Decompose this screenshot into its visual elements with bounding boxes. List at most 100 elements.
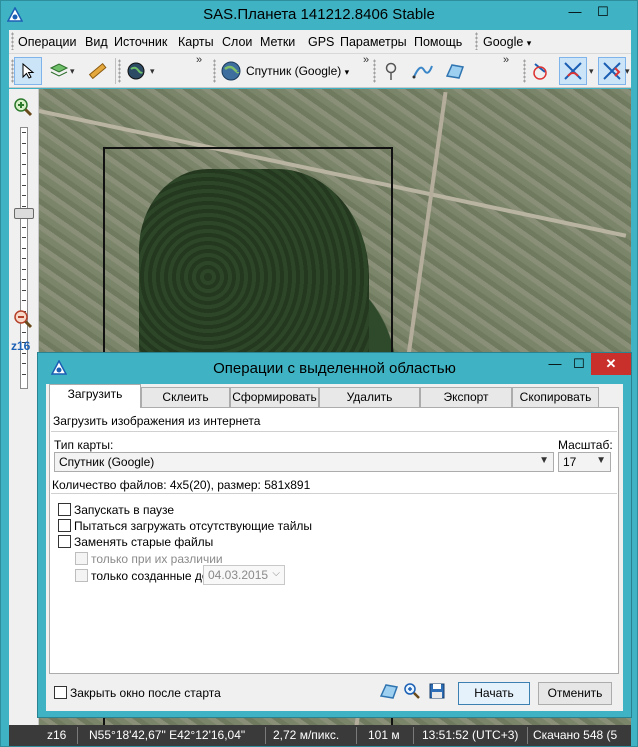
- ruler-button[interactable]: [83, 57, 111, 85]
- add-area-button[interactable]: [441, 57, 469, 85]
- only-if-different-label: только при их различии: [91, 552, 223, 566]
- chevron-down-icon[interactable]: ▾: [589, 66, 594, 77]
- created-before-date-picker[interactable]: 04.03.2015 ⌵: [203, 565, 285, 585]
- start-button[interactable]: Начать: [458, 682, 530, 705]
- chevron-down-icon[interactable]: ▾: [70, 66, 75, 77]
- cursor-icon: [19, 62, 37, 80]
- zoom-out-icon: [13, 309, 33, 329]
- minimize-button[interactable]: —: [561, 1, 589, 22]
- status-divider: [77, 727, 78, 744]
- chevron-down-icon[interactable]: ▾: [625, 66, 630, 77]
- zoom-tick: [22, 268, 26, 270]
- add-mark-button[interactable]: [377, 57, 405, 85]
- dialog-close-button[interactable]: ✕: [591, 353, 631, 375]
- start-paused-checkbox[interactable]: [58, 503, 71, 516]
- toolbar-grip[interactable]: [523, 59, 526, 83]
- toolbar-overflow-icon[interactable]: »: [196, 54, 202, 66]
- scale-value: 17: [563, 455, 577, 469]
- gps-connect-button[interactable]: [528, 57, 556, 85]
- gps-center-icon: [601, 60, 623, 82]
- add-route-button[interactable]: [409, 57, 437, 85]
- globe-button[interactable]: [122, 57, 150, 85]
- toolbar-grip[interactable]: [213, 59, 216, 83]
- menu-bar: Операции Вид Источник Карты Слои Метки G…: [9, 30, 631, 54]
- menu-parameters[interactable]: Параметры: [340, 35, 407, 49]
- dialog-title-bar[interactable]: Операции с выделенной областью — ☐ ✕: [38, 353, 631, 383]
- tab-generate[interactable]: Сформировать: [230, 387, 319, 407]
- scale-select[interactable]: 17 ▼: [558, 452, 611, 472]
- title-bar: SAS.Планета 141212.8406 Stable — ☐: [1, 1, 637, 29]
- zoom-tick: [22, 289, 26, 291]
- map-type-label: Тип карты:: [54, 438, 114, 452]
- map-source-dropdown[interactable]: Спутник (Google) ▾: [246, 64, 349, 78]
- search-grip[interactable]: [475, 32, 478, 50]
- window-title: SAS.Планета 141212.8406 Stable: [203, 6, 435, 23]
- zoom-level-label: z16: [11, 339, 31, 353]
- select-cursor-button[interactable]: [14, 57, 42, 85]
- tab-copy[interactable]: Скопировать: [512, 387, 599, 407]
- menu-marks[interactable]: Метки: [260, 35, 295, 49]
- status-coordinates: N55°18'42,67" E42°12'16,04": [89, 728, 246, 742]
- cancel-button[interactable]: Отменить: [538, 682, 612, 705]
- files-info: Количество файлов: 4x5(20), размер: 581x…: [52, 478, 311, 492]
- satellite-globe-icon: [220, 60, 242, 82]
- toolbar-grip[interactable]: [118, 59, 121, 83]
- maximize-button[interactable]: ☐: [589, 1, 617, 22]
- toolbar-overflow-icon[interactable]: »: [363, 54, 369, 66]
- download-tab-panel: Загрузить изображения из интернета Тип к…: [49, 407, 619, 674]
- status-divider: [265, 727, 266, 744]
- gps-icon: [531, 60, 553, 82]
- tab-stitch[interactable]: Склеить: [141, 387, 230, 407]
- map-layer-button[interactable]: [45, 57, 73, 85]
- search-provider-dropdown[interactable]: Google ▾: [483, 35, 531, 49]
- menu-view[interactable]: Вид: [85, 35, 108, 49]
- close-after-start-label[interactable]: Закрыть окно после старта: [70, 686, 221, 700]
- tab-download[interactable]: Загрузить: [49, 384, 141, 408]
- replace-old-files-label[interactable]: Заменять старые файлы: [74, 535, 213, 549]
- save-selection-button[interactable]: [428, 682, 446, 700]
- toolbar-grip[interactable]: [373, 59, 376, 83]
- only-if-different-checkbox[interactable]: [75, 552, 88, 565]
- replace-old-files-checkbox[interactable]: [58, 535, 71, 548]
- zoom-in-button[interactable]: [13, 97, 33, 117]
- zoom-tick: [22, 205, 26, 207]
- dialog-body: Загрузить Склеить Сформировать Удалить Э…: [46, 384, 623, 711]
- zoom-tick: [22, 184, 26, 186]
- load-missing-tiles-checkbox[interactable]: [58, 519, 71, 532]
- gps-track-button[interactable]: [559, 57, 587, 85]
- zoom-out-button[interactable]: [13, 309, 33, 329]
- zoom-tick: [22, 363, 26, 364]
- zoom-tick: [22, 174, 26, 175]
- zoom-tick: [22, 279, 26, 280]
- gps-center-button[interactable]: [598, 57, 626, 85]
- globe-icon: [126, 61, 146, 81]
- map-type-select[interactable]: Спутник (Google) ▼: [54, 452, 554, 472]
- tab-export[interactable]: Экспорт: [420, 387, 512, 407]
- menu-source[interactable]: Источник: [114, 35, 167, 49]
- map-type-value: Спутник (Google): [59, 455, 155, 469]
- status-zoom: z16: [47, 728, 67, 742]
- dialog-minimize-button[interactable]: —: [544, 353, 566, 375]
- chevron-down-icon: ⌵: [272, 568, 280, 579]
- toolbar-overflow-icon[interactable]: »: [503, 54, 509, 66]
- satellite-source-button[interactable]: [217, 57, 245, 85]
- zoom-to-selection-button[interactable]: [403, 682, 421, 700]
- only-created-before-checkbox[interactable]: [75, 569, 88, 582]
- start-paused-label[interactable]: Запускать в паузе: [74, 503, 174, 517]
- zoom-tick: [22, 153, 26, 154]
- zoom-slider-thumb[interactable]: [14, 208, 34, 220]
- menu-layers[interactable]: Слои: [222, 35, 252, 49]
- toolbar: ▾ ▾ » Спутник (Google) ▾ » » ▾ ▾: [9, 54, 631, 88]
- close-after-start-checkbox[interactable]: [54, 686, 67, 699]
- menu-maps[interactable]: Карты: [178, 35, 214, 49]
- only-created-before-label: только созданные до: [91, 569, 209, 583]
- menu-grip[interactable]: [11, 32, 14, 50]
- selection-on-map-button[interactable]: [379, 682, 399, 700]
- chevron-down-icon[interactable]: ▾: [150, 66, 155, 77]
- dialog-maximize-button[interactable]: ☐: [568, 353, 590, 375]
- menu-operations[interactable]: Операции: [18, 35, 76, 49]
- load-missing-tiles-label[interactable]: Пытаться загружать отсутствующие тайлы: [74, 519, 312, 533]
- menu-gps[interactable]: GPS: [308, 35, 334, 49]
- menu-help[interactable]: Помощь: [414, 35, 462, 49]
- tab-delete[interactable]: Удалить: [319, 387, 420, 407]
